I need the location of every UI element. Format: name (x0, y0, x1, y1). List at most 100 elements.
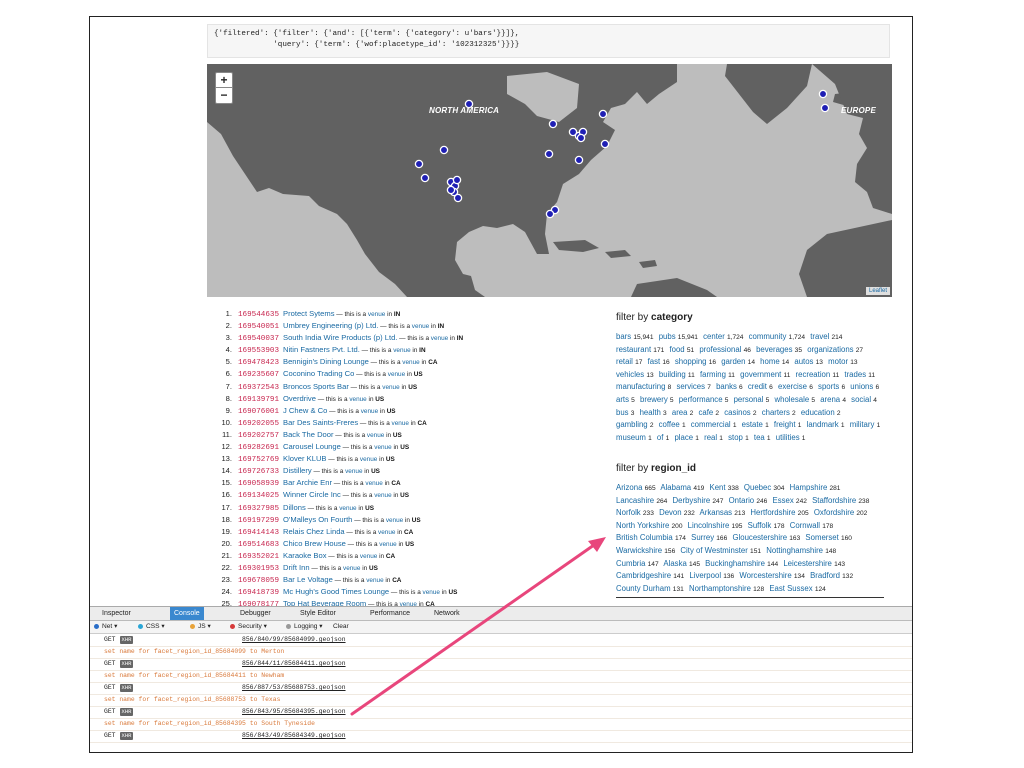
venue-name-link[interactable]: South India Wire Products (p) Ltd. (283, 333, 397, 342)
facet-label[interactable]: community (749, 332, 787, 341)
venue-name-link[interactable]: Bar Le Voltage (283, 575, 333, 584)
facet-item[interactable]: Derbyshire 247 (673, 496, 724, 505)
facet-label[interactable]: Northamptonshire (689, 584, 751, 593)
venue-type-link[interactable]: venue (374, 444, 391, 451)
facet-item[interactable]: health 3 (640, 408, 667, 417)
facet-item[interactable]: military 1 (850, 420, 881, 429)
facet-label[interactable]: commercial (691, 420, 731, 429)
venue-name-link[interactable]: O'Malleys On Fourth (283, 515, 352, 524)
devtools-tab-console[interactable]: Console (170, 607, 204, 620)
facet-label[interactable]: Warwickshire (616, 546, 662, 555)
facet-item[interactable]: education 2 (801, 408, 841, 417)
request-url-link[interactable]: 856/844/11/85684411.geojson (242, 658, 346, 670)
facet-item[interactable]: home 14 (760, 357, 789, 366)
facet-item[interactable]: Oxfordshire 202 (814, 508, 868, 517)
facet-item[interactable]: casinos 2 (724, 408, 756, 417)
map-marker[interactable] (576, 133, 586, 143)
facet-label[interactable]: Hertfordshire (750, 508, 795, 517)
facet-item[interactable]: Lancashire 264 (616, 496, 667, 505)
devtools-filter-security[interactable]: Security ▾ (230, 621, 267, 633)
facet-item[interactable]: Nottinghamshire 148 (766, 546, 836, 555)
facet-label[interactable]: bars (616, 332, 631, 341)
facet-label[interactable]: education (801, 408, 835, 417)
facet-item[interactable]: cafe 2 (698, 408, 719, 417)
facet-label[interactable]: retail (616, 357, 633, 366)
devtools-tab-network[interactable]: Network (430, 607, 464, 620)
facet-item[interactable]: professional 46 (699, 345, 751, 354)
facet-label[interactable]: freight (774, 420, 796, 429)
facet-label[interactable]: City of Westminster (680, 546, 747, 555)
facet-item[interactable]: building 11 (659, 370, 695, 379)
facet-item[interactable]: farming 11 (700, 370, 735, 379)
facet-item[interactable]: stop 1 (728, 433, 749, 442)
facet-item[interactable]: restaurant 171 (616, 345, 664, 354)
facet-item[interactable]: recreation 11 (796, 370, 840, 379)
facet-item[interactable]: Lincolnshire 195 (688, 521, 743, 530)
facet-item[interactable]: Alabama 419 (660, 483, 704, 492)
map-marker[interactable] (818, 89, 828, 99)
map-marker[interactable] (453, 193, 463, 203)
venue-name-link[interactable]: Carousel Lounge (283, 442, 341, 451)
facet-label[interactable]: coffee (659, 420, 680, 429)
venue-type-link[interactable]: venue (360, 553, 377, 560)
devtools-tab-debugger[interactable]: Debugger (236, 607, 275, 620)
facet-item[interactable]: manufacturing 8 (616, 382, 671, 391)
facet-label[interactable]: performance (679, 395, 723, 404)
facet-label[interactable]: Hampshire (790, 483, 828, 492)
facet-item[interactable]: autos 13 (794, 357, 823, 366)
venue-type-link[interactable]: venue (388, 371, 405, 378)
facet-label[interactable]: health (640, 408, 661, 417)
venue-name-link[interactable]: Klover KLUB (283, 454, 326, 463)
facet-label[interactable]: British Columbia (616, 533, 673, 542)
facet-label[interactable]: motor (828, 357, 848, 366)
venue-name-link[interactable]: Drift Inn (283, 563, 310, 572)
facet-item[interactable]: gambling 2 (616, 420, 653, 429)
devtools-filter-net[interactable]: Net ▾ (94, 621, 117, 633)
facet-label[interactable]: food (669, 345, 684, 354)
facet-item[interactable]: center 1,724 (703, 332, 743, 341)
venue-type-link[interactable]: venue (339, 505, 356, 512)
facet-item[interactable]: services 7 (676, 382, 710, 391)
devtools-filter-css[interactable]: CSS ▾ (138, 621, 165, 633)
facet-label[interactable]: County Durham (616, 584, 671, 593)
venue-type-link[interactable]: venue (349, 396, 366, 403)
map-marker[interactable] (452, 175, 462, 185)
facet-item[interactable]: beverages 35 (756, 345, 802, 354)
map-marker[interactable] (820, 103, 830, 113)
facet-item[interactable]: utilities 1 (776, 433, 806, 442)
facet-label[interactable]: East Sussex (769, 584, 812, 593)
facet-label[interactable]: Alabama (660, 483, 691, 492)
venue-type-link[interactable]: venue (360, 456, 377, 463)
facet-item[interactable]: charters 2 (762, 408, 796, 417)
facet-item[interactable]: Quebec 304 (744, 483, 785, 492)
facet-label[interactable]: beverages (756, 345, 792, 354)
facet-label[interactable]: place (674, 433, 693, 442)
facet-label[interactable]: Gloucestershire (732, 533, 787, 542)
facet-label[interactable]: recreation (796, 370, 831, 379)
facet-label[interactable]: Norfolk (616, 508, 641, 517)
facet-label[interactable]: casinos (724, 408, 750, 417)
venue-name-link[interactable]: Bar Des Saints-Freres (283, 418, 358, 427)
facet-item[interactable]: fast 16 (648, 357, 670, 366)
facet-label[interactable]: gambling (616, 420, 648, 429)
facet-item[interactable]: Essex 242 (773, 496, 807, 505)
venue-type-link[interactable]: venue (392, 420, 409, 427)
venue-type-link[interactable]: venue (423, 589, 440, 596)
facet-label[interactable]: Nottinghamshire (766, 546, 823, 555)
venue-name-link[interactable]: Karaoke Box (283, 551, 326, 560)
facet-item[interactable]: Leicestershire 143 (783, 559, 845, 568)
facet-item[interactable]: Cornwall 178 (790, 521, 834, 530)
venue-name-link[interactable]: Back The Door (283, 430, 334, 439)
facet-label[interactable]: professional (699, 345, 741, 354)
venue-name-link[interactable]: Dillons (283, 503, 306, 512)
facet-item[interactable]: Hertfordshire 205 (750, 508, 808, 517)
venue-name-link[interactable]: Protect Sytems (283, 309, 334, 318)
venue-name-link[interactable]: Umbrey Engineering (p) Ltd. (283, 321, 378, 330)
facet-label[interactable]: social (851, 395, 871, 404)
facet-label[interactable]: stop (728, 433, 743, 442)
facet-item[interactable]: food 51 (669, 345, 694, 354)
facet-label[interactable]: building (659, 370, 686, 379)
facet-item[interactable]: banks 6 (716, 382, 743, 391)
facet-item[interactable]: shopping 16 (675, 357, 716, 366)
venue-name-link[interactable]: Bar Archie Enr (283, 478, 332, 487)
